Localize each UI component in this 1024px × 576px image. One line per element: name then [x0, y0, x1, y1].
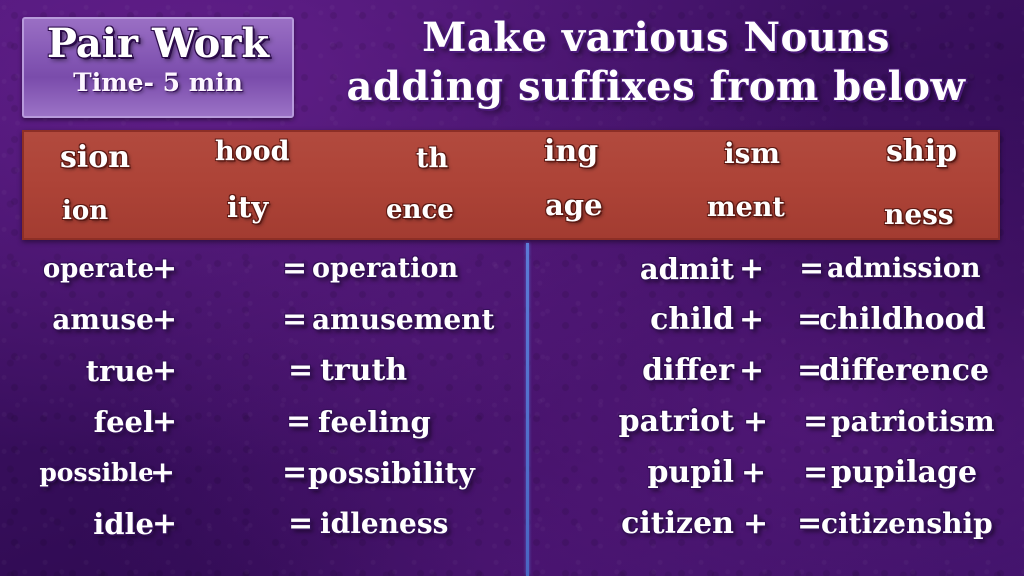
suffix-row-top: sion hood th ing ism ship — [24, 132, 998, 187]
result-word: admission — [827, 253, 981, 284]
pair-work-badge: Pair Work Time- 5 min — [22, 17, 294, 118]
suffix-age: age — [545, 188, 603, 222]
base-word: pupil — [647, 455, 734, 490]
base-word: possible — [39, 458, 154, 487]
result-word: citizenship — [821, 507, 993, 540]
equals-sign: = — [288, 506, 314, 541]
result-word: pupilage — [831, 455, 978, 490]
word-row: possible + = possibility — [0, 447, 526, 498]
suffix-ing: ing — [544, 134, 599, 169]
base-word: operate — [42, 253, 154, 284]
heading-line-1: Make various Nouns — [422, 14, 890, 61]
equals-sign: = — [803, 455, 829, 490]
word-row: feel + = feeling — [0, 396, 526, 447]
result-word: idleness — [320, 507, 449, 540]
base-word: true — [85, 353, 154, 388]
base-word: amuse — [52, 303, 154, 336]
plus-sign: + — [150, 455, 176, 490]
base-word: idle — [93, 506, 154, 541]
pair-work-title: Pair Work — [46, 20, 270, 67]
base-word: child — [650, 302, 734, 337]
word-row: admit + = admission — [529, 243, 1024, 294]
plus-sign: + — [152, 404, 178, 439]
equals-sign: = — [803, 404, 829, 439]
word-row: child + = childhood — [529, 294, 1024, 345]
equals-sign: = — [799, 251, 825, 286]
plus-sign: + — [739, 302, 765, 337]
base-word: admit — [639, 251, 734, 286]
suffix-hood: hood — [215, 136, 290, 167]
suffix-th: th — [416, 143, 449, 174]
suffix-ity: ity — [227, 190, 269, 224]
word-row: patriot + = patriotism — [529, 396, 1024, 447]
word-row: differ + = difference — [529, 345, 1024, 396]
heading-line-2: adding suffixes from below — [346, 62, 966, 110]
plus-sign: + — [739, 251, 765, 286]
result-word: truth — [320, 353, 408, 388]
result-word: difference — [819, 353, 990, 388]
plus-sign: + — [739, 353, 765, 388]
suffix-ment: ment — [707, 192, 785, 223]
plus-sign: + — [152, 353, 178, 388]
equals-sign: = — [797, 506, 823, 541]
plus-sign: + — [152, 506, 178, 541]
word-row: operate + = operation — [0, 243, 526, 294]
suffix-ence: ence — [386, 195, 454, 225]
plus-sign: + — [743, 506, 769, 541]
suffix-ness: ness — [884, 198, 954, 231]
result-word: possibility — [308, 455, 475, 490]
pair-work-time: Time- 5 min — [73, 68, 243, 97]
word-row: true + = truth — [0, 345, 526, 396]
plus-sign: + — [152, 251, 178, 286]
equals-sign: = — [282, 455, 308, 490]
plus-sign: + — [152, 302, 178, 337]
result-word: feeling — [318, 404, 431, 439]
word-row: idle + = idleness — [0, 498, 526, 549]
left-word-column: operate + = operation amuse + = amusemen… — [0, 243, 526, 576]
right-word-column: admit + = admission child + = childhood … — [529, 243, 1024, 576]
result-word: amusement — [312, 303, 495, 336]
suffix-bar: sion hood th ing ism ship ion ity ence a… — [22, 130, 1000, 240]
equals-sign: = — [282, 251, 308, 286]
suffix-ion: ion — [62, 196, 109, 226]
result-word: patriotism — [831, 405, 995, 438]
result-word: childhood — [819, 302, 986, 337]
equals-sign: = — [282, 302, 308, 337]
slide: Pair Work Time- 5 min Make various Nouns… — [0, 0, 1024, 576]
equals-sign: = — [288, 353, 314, 388]
base-word: feel — [93, 404, 154, 439]
word-row: citizen + = citizenship — [529, 498, 1024, 549]
suffix-row-bottom: ion ity ence age ment ness — [24, 184, 998, 239]
suffix-sion: sion — [60, 140, 131, 175]
slide-heading: Make various Nouns adding suffixes from … — [300, 14, 1012, 112]
base-word: differ — [642, 353, 734, 388]
equals-sign: = — [286, 404, 312, 439]
word-row: amuse + = amusement — [0, 294, 526, 345]
suffix-ism: ism — [724, 137, 781, 170]
plus-sign: + — [743, 404, 769, 439]
base-word: citizen — [621, 506, 734, 541]
base-word: patriot — [618, 404, 734, 439]
result-word: operation — [312, 253, 459, 284]
suffix-ship: ship — [886, 134, 958, 169]
plus-sign: + — [741, 455, 767, 490]
word-row: pupil + = pupilage — [529, 447, 1024, 498]
